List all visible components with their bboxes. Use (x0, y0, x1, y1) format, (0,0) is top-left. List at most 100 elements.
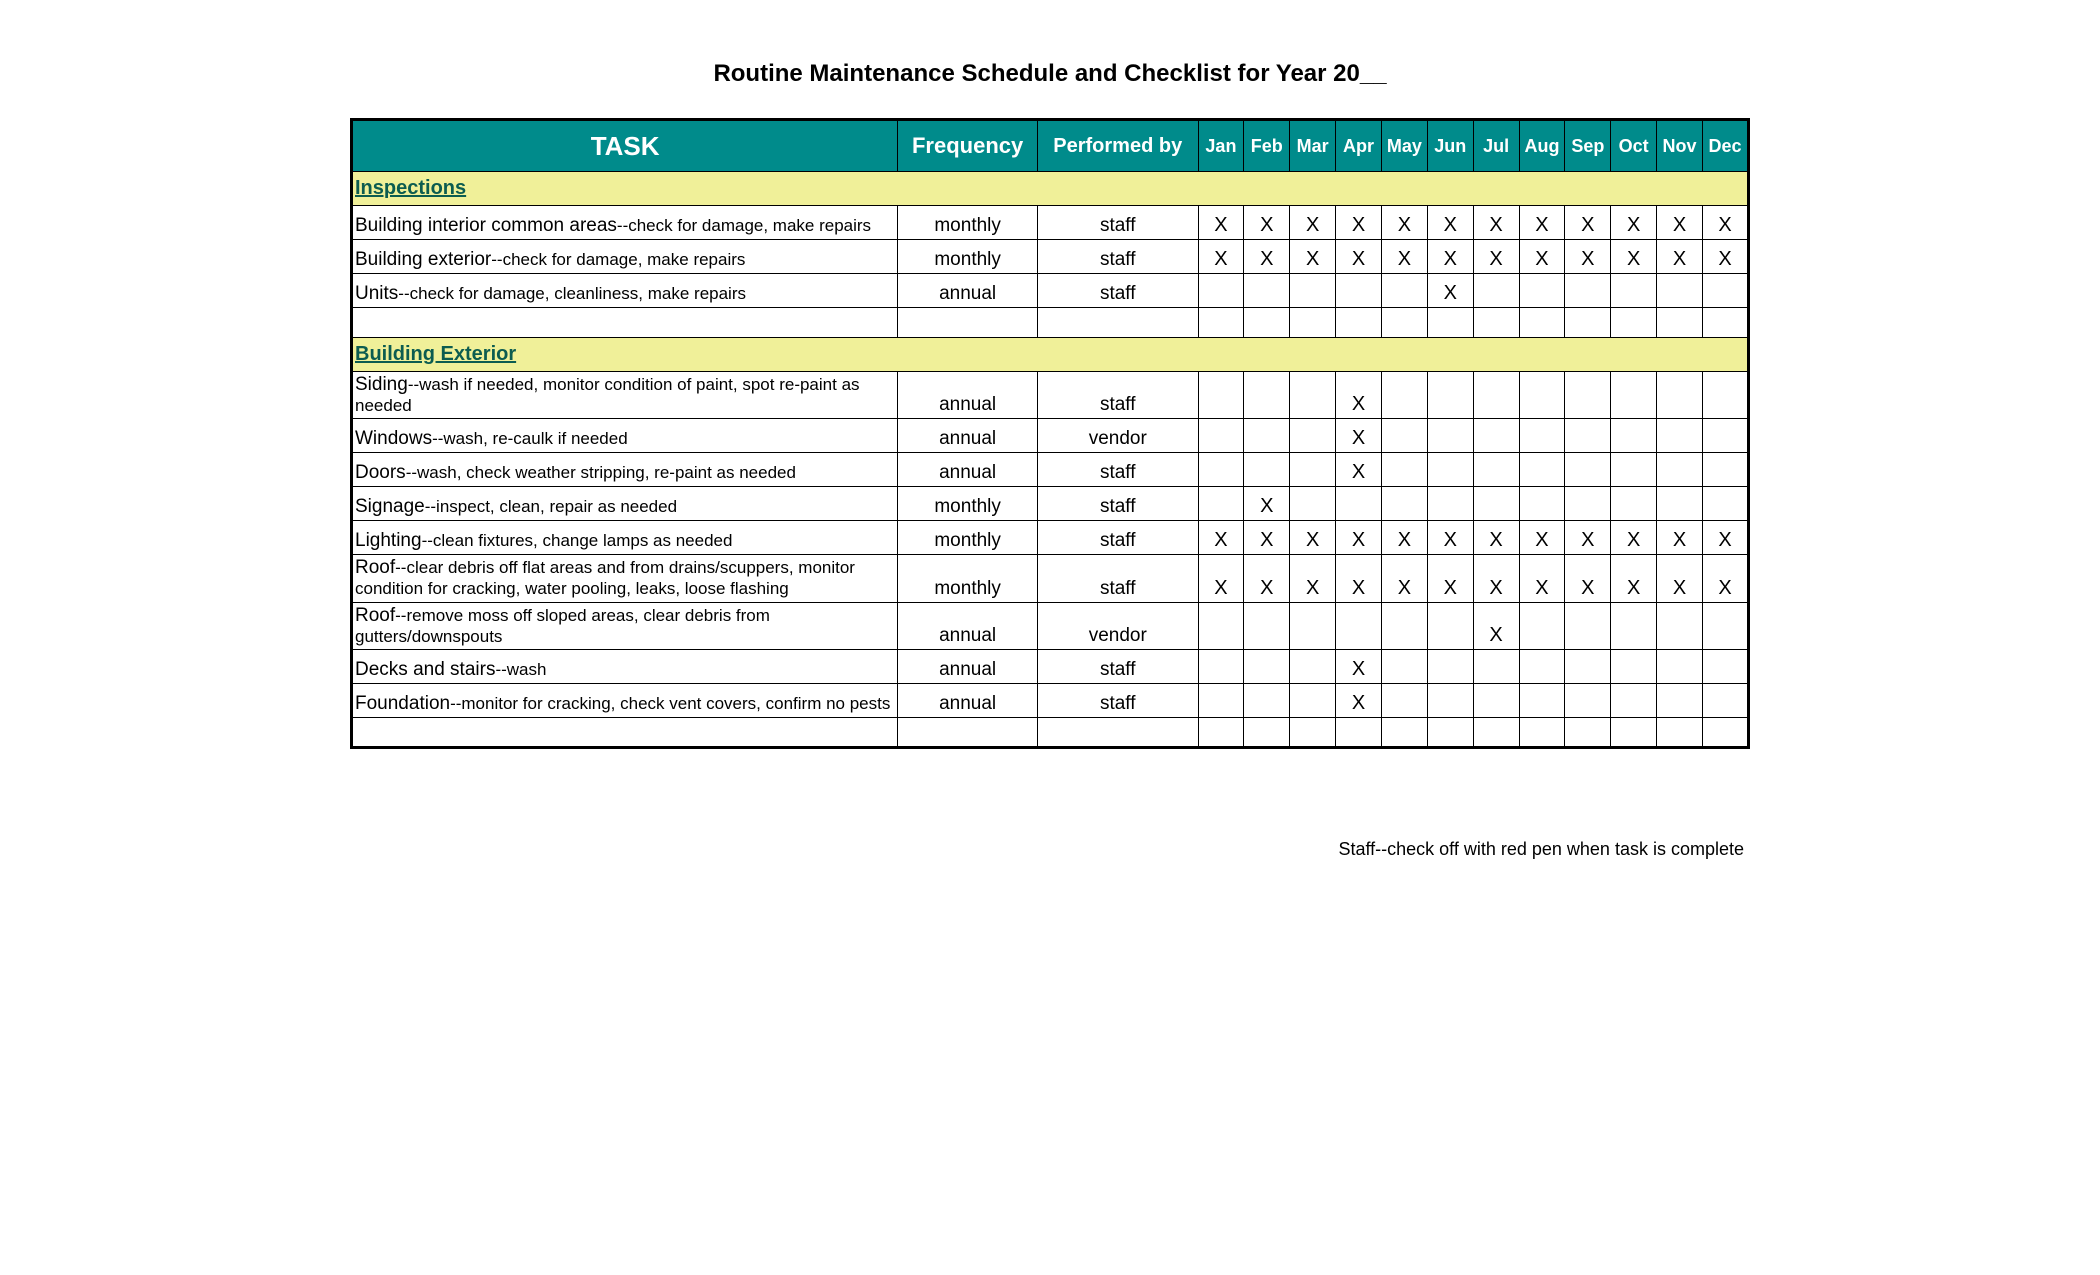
task-cell: Foundation--monitor for cracking, check … (352, 684, 898, 718)
task-desc: --wash (495, 660, 546, 679)
month-cell: X (1336, 521, 1382, 555)
frequency-cell: annual (898, 650, 1038, 684)
spacer-row (352, 308, 1749, 338)
task-desc: --monitor for cracking, check vent cover… (450, 694, 890, 713)
month-cell: X (1657, 206, 1703, 240)
month-cell: X (1657, 555, 1703, 603)
month-cell: X (1473, 240, 1519, 274)
month-cell (1611, 684, 1657, 718)
month-cell: X (1336, 684, 1382, 718)
task-desc: --inspect, clean, repair as needed (425, 497, 677, 516)
frequency-cell: monthly (898, 487, 1038, 521)
month-cell (1657, 650, 1703, 684)
table-row: Decks and stairs--washannualstaffX (352, 650, 1749, 684)
task-cell: Building exterior--check for damage, mak… (352, 240, 898, 274)
month-cell (1427, 487, 1473, 521)
task-name: Lighting (355, 530, 422, 551)
table-row: Foundation--monitor for cracking, check … (352, 684, 1749, 718)
month-cell (1519, 453, 1565, 487)
month-cell (1702, 684, 1748, 718)
month-cell: X (1473, 555, 1519, 603)
col-month-header: Jul (1473, 120, 1519, 172)
month-cell (1336, 487, 1382, 521)
frequency-cell: annual (898, 419, 1038, 453)
month-cell: X (1611, 555, 1657, 603)
month-cell: X (1657, 240, 1703, 274)
month-cell (1473, 419, 1519, 453)
month-cell: X (1336, 650, 1382, 684)
col-month-header: May (1381, 120, 1427, 172)
month-cell (1198, 650, 1244, 684)
task-desc: --wash if needed, monitor condition of p… (355, 375, 860, 415)
month-cell: X (1565, 521, 1611, 555)
month-cell: X (1519, 521, 1565, 555)
month-cell (1427, 372, 1473, 419)
month-cell (1473, 487, 1519, 521)
col-frequency-header: Frequency (898, 120, 1038, 172)
task-desc: --check for damage, cleanliness, make re… (398, 284, 746, 303)
month-cell: X (1611, 206, 1657, 240)
col-month-header: Sep (1565, 120, 1611, 172)
month-cell (1198, 684, 1244, 718)
month-cell: X (1198, 206, 1244, 240)
empty-cell (1381, 718, 1427, 748)
month-cell (1611, 487, 1657, 521)
month-cell (1427, 684, 1473, 718)
frequency-cell: annual (898, 372, 1038, 419)
table-row: Doors--wash, check weather stripping, re… (352, 453, 1749, 487)
footnote: Staff--check off with red pen when task … (350, 839, 1750, 860)
month-cell (1290, 372, 1336, 419)
empty-cell (1611, 308, 1657, 338)
col-month-header: Feb (1244, 120, 1290, 172)
month-cell (1381, 684, 1427, 718)
month-cell: X (1473, 206, 1519, 240)
month-cell (1290, 419, 1336, 453)
month-cell (1427, 650, 1473, 684)
performedby-cell: staff (1037, 453, 1198, 487)
month-cell: X (1381, 206, 1427, 240)
month-cell: X (1336, 240, 1382, 274)
table-row: Units--check for damage, cleanliness, ma… (352, 274, 1749, 308)
month-cell (1198, 453, 1244, 487)
month-cell: X (1336, 206, 1382, 240)
frequency-cell: annual (898, 453, 1038, 487)
empty-cell (1198, 718, 1244, 748)
empty-cell (898, 718, 1038, 748)
month-cell (1611, 274, 1657, 308)
performedby-cell: staff (1037, 650, 1198, 684)
task-cell: Roof--clear debris off flat areas and fr… (352, 555, 898, 603)
month-cell (1290, 487, 1336, 521)
empty-cell (1037, 718, 1198, 748)
task-name: Roof (355, 605, 395, 626)
month-cell (1657, 274, 1703, 308)
col-performedby-header: Performed by (1037, 120, 1198, 172)
month-cell: X (1381, 521, 1427, 555)
month-cell (1244, 419, 1290, 453)
task-cell: Building interior common areas--check fo… (352, 206, 898, 240)
col-month-header: Jan (1198, 120, 1244, 172)
performedby-cell: vendor (1037, 603, 1198, 650)
col-month-header: Apr (1336, 120, 1382, 172)
month-cell (1198, 372, 1244, 419)
month-cell (1611, 603, 1657, 650)
task-name: Units (355, 283, 398, 304)
month-cell (1565, 603, 1611, 650)
month-cell (1519, 487, 1565, 521)
task-name: Windows (355, 428, 432, 449)
frequency-cell: monthly (898, 521, 1038, 555)
empty-cell (1565, 718, 1611, 748)
performedby-cell: staff (1037, 206, 1198, 240)
month-cell (1198, 487, 1244, 521)
task-desc: --remove moss off sloped areas, clear de… (355, 606, 770, 646)
month-cell (1336, 603, 1382, 650)
month-cell: X (1244, 206, 1290, 240)
section-header: Building Exterior (352, 338, 1749, 372)
month-cell: X (1244, 487, 1290, 521)
month-cell (1244, 372, 1290, 419)
month-cell (1702, 650, 1748, 684)
task-cell: Siding--wash if needed, monitor conditio… (352, 372, 898, 419)
empty-cell (1565, 308, 1611, 338)
month-cell: X (1290, 555, 1336, 603)
task-cell: Signage--inspect, clean, repair as neede… (352, 487, 898, 521)
month-cell: X (1473, 521, 1519, 555)
